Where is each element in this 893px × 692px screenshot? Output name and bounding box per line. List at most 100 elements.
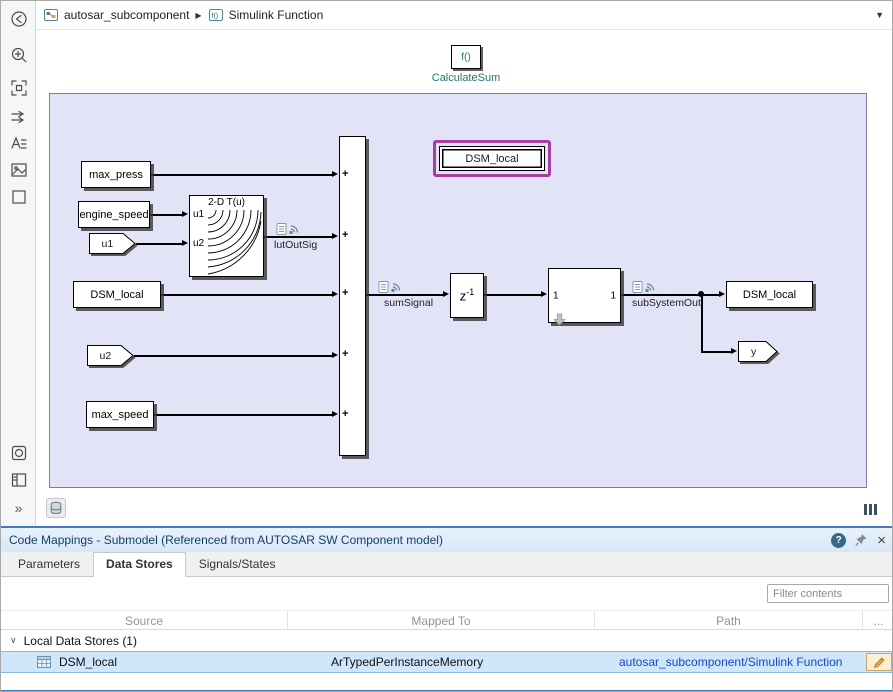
- wire[interactable]: [150, 214, 183, 216]
- block-label: z-1: [460, 287, 475, 303]
- simulink-function-icon: f(): [208, 7, 224, 23]
- simulink-function-trigger-block[interactable]: f(): [451, 45, 481, 69]
- tab-data-stores[interactable]: Data Stores: [93, 552, 186, 577]
- arrowhead: [332, 171, 338, 177]
- zoom-in-icon[interactable]: [7, 43, 30, 66]
- breadcrumb-separator-icon: ▶: [195, 11, 201, 20]
- panel-grip-icon[interactable]: [864, 504, 877, 515]
- block-label: DSM_local: [743, 289, 796, 301]
- panel-title: Code Mappings - Submodel (Referenced fro…: [9, 533, 831, 547]
- max-speed-block[interactable]: max_speed: [86, 401, 154, 428]
- code-mappings-panel: Code Mappings - Submodel (Referenced fro…: [1, 526, 893, 692]
- shape-icon[interactable]: [7, 185, 30, 208]
- model-icon: [43, 7, 59, 23]
- data-store-browser-button[interactable]: [46, 498, 66, 518]
- arrowhead: [541, 291, 547, 297]
- open-model-arrow-icon[interactable]: [553, 313, 566, 326]
- port-label: y: [738, 341, 769, 362]
- table-row-dsm-local[interactable]: DSM_local ArTypedPerInstanceMemory autos…: [1, 651, 893, 673]
- group-label: Local Data Stores (1): [24, 634, 137, 648]
- cell-source: DSM_local: [59, 652, 117, 672]
- column-source: Source: [1, 611, 288, 630]
- back-icon[interactable]: [7, 7, 30, 30]
- dual-arrow-icon[interactable]: [7, 105, 30, 128]
- data-store-icon: [37, 656, 51, 668]
- sum-plus-sign: +: [342, 408, 348, 420]
- signal-label-sumsignal[interactable]: sumSignal: [384, 297, 433, 309]
- port-number: 1: [610, 290, 616, 301]
- expand-toolbar-icon[interactable]: »: [7, 496, 30, 519]
- port-label: u1: [89, 233, 126, 254]
- dsm-local-write-block[interactable]: DSM_local: [726, 281, 813, 308]
- block-label: engine_speed: [79, 209, 148, 221]
- signal-logging-badge[interactable]: [276, 221, 302, 235]
- column-mapped-to: Mapped To: [288, 611, 595, 630]
- wire[interactable]: [134, 355, 333, 357]
- wire[interactable]: [701, 294, 703, 352]
- pin-icon[interactable]: [855, 533, 868, 547]
- panel-header: Code Mappings - Submodel (Referenced fro…: [1, 528, 893, 552]
- breadcrumb-dropdown-icon[interactable]: ▼: [875, 10, 884, 20]
- function-block-label: CalculateSum: [401, 72, 531, 84]
- input-port-u1[interactable]: u1: [89, 233, 136, 254]
- fit-to-view-icon[interactable]: [7, 76, 30, 99]
- input-port-u2[interactable]: u2: [87, 345, 134, 366]
- wire[interactable]: [151, 174, 333, 176]
- dsm-local-memory-block-selected[interactable]: DSM_local: [433, 140, 551, 177]
- simulink-window: » autosar_subcomponent ▶ f() Simulink Fu…: [0, 0, 893, 692]
- wire[interactable]: [161, 294, 333, 296]
- signal-label-subsystemout[interactable]: subSystemOut: [632, 297, 701, 309]
- block-label: 2-D T(u): [190, 197, 263, 208]
- pencil-icon: [873, 656, 886, 669]
- cell-path-link[interactable]: autosar_subcomponent/Simulink Function: [619, 652, 842, 672]
- annotation-icon[interactable]: [7, 131, 30, 154]
- wire[interactable]: [621, 294, 720, 296]
- help-icon[interactable]: ?: [831, 533, 846, 548]
- arrowhead: [719, 291, 725, 297]
- wire[interactable]: [366, 294, 444, 296]
- arrowhead: [731, 348, 737, 354]
- max-press-block[interactable]: max_press: [81, 161, 151, 188]
- group-row-local-data-stores[interactable]: ∨ Local Data Stores (1): [1, 630, 893, 651]
- model-browser-icon[interactable]: [7, 468, 30, 491]
- subsystem-block[interactable]: 1 1: [548, 268, 621, 323]
- engine-speed-block[interactable]: engine_speed: [78, 201, 150, 228]
- breadcrumb-subsystem-label: Simulink Function: [229, 8, 324, 22]
- wire[interactable]: [484, 294, 542, 296]
- lookup-curves-icon: [207, 209, 262, 275]
- unit-delay-block[interactable]: z-1: [450, 273, 484, 318]
- cell-mapped-to: ArTypedPerInstanceMemory: [331, 652, 483, 672]
- wire[interactable]: [136, 243, 183, 245]
- lookup-table-block[interactable]: 2-D T(u) u1 u2: [189, 195, 264, 277]
- record-icon[interactable]: [7, 441, 30, 464]
- breadcrumb-model-label: autosar_subcomponent: [64, 8, 189, 22]
- tab-bar: Parameters Data Stores Signals/States: [1, 552, 893, 577]
- breadcrumb-model[interactable]: autosar_subcomponent: [43, 7, 189, 23]
- column-options-button[interactable]: ...: [863, 611, 893, 630]
- svg-text:f(): f(): [211, 13, 218, 20]
- signal-logging-badge[interactable]: [378, 279, 404, 293]
- wire[interactable]: [701, 351, 732, 353]
- signal-label-lutoutsig[interactable]: lutOutSig: [274, 239, 317, 251]
- wire[interactable]: [264, 236, 333, 238]
- output-port-y[interactable]: y: [738, 341, 778, 362]
- breadcrumb-subsystem[interactable]: f() Simulink Function: [208, 7, 324, 23]
- wire[interactable]: [154, 414, 333, 416]
- canvas-toolbar: »: [1, 1, 36, 526]
- dsm-local-read-block[interactable]: DSM_local: [73, 281, 161, 308]
- block-label: DSM_local: [90, 289, 143, 301]
- signal-logging-badge[interactable]: [632, 279, 658, 293]
- close-icon[interactable]: ×: [877, 533, 886, 548]
- filter-input[interactable]: [767, 584, 889, 603]
- column-path: Path: [595, 611, 863, 630]
- tab-parameters[interactable]: Parameters: [5, 552, 93, 576]
- block-label: DSM_local: [465, 153, 518, 165]
- arrowhead: [443, 291, 449, 297]
- edit-pencil-button[interactable]: [866, 653, 892, 671]
- port-number: 1: [553, 290, 559, 301]
- block-label: max_speed: [92, 409, 149, 421]
- arrowhead: [182, 211, 188, 217]
- image-icon[interactable]: [7, 158, 30, 181]
- tab-signals-states[interactable]: Signals/States: [186, 552, 289, 576]
- chevron-down-icon: ∨: [10, 635, 17, 646]
